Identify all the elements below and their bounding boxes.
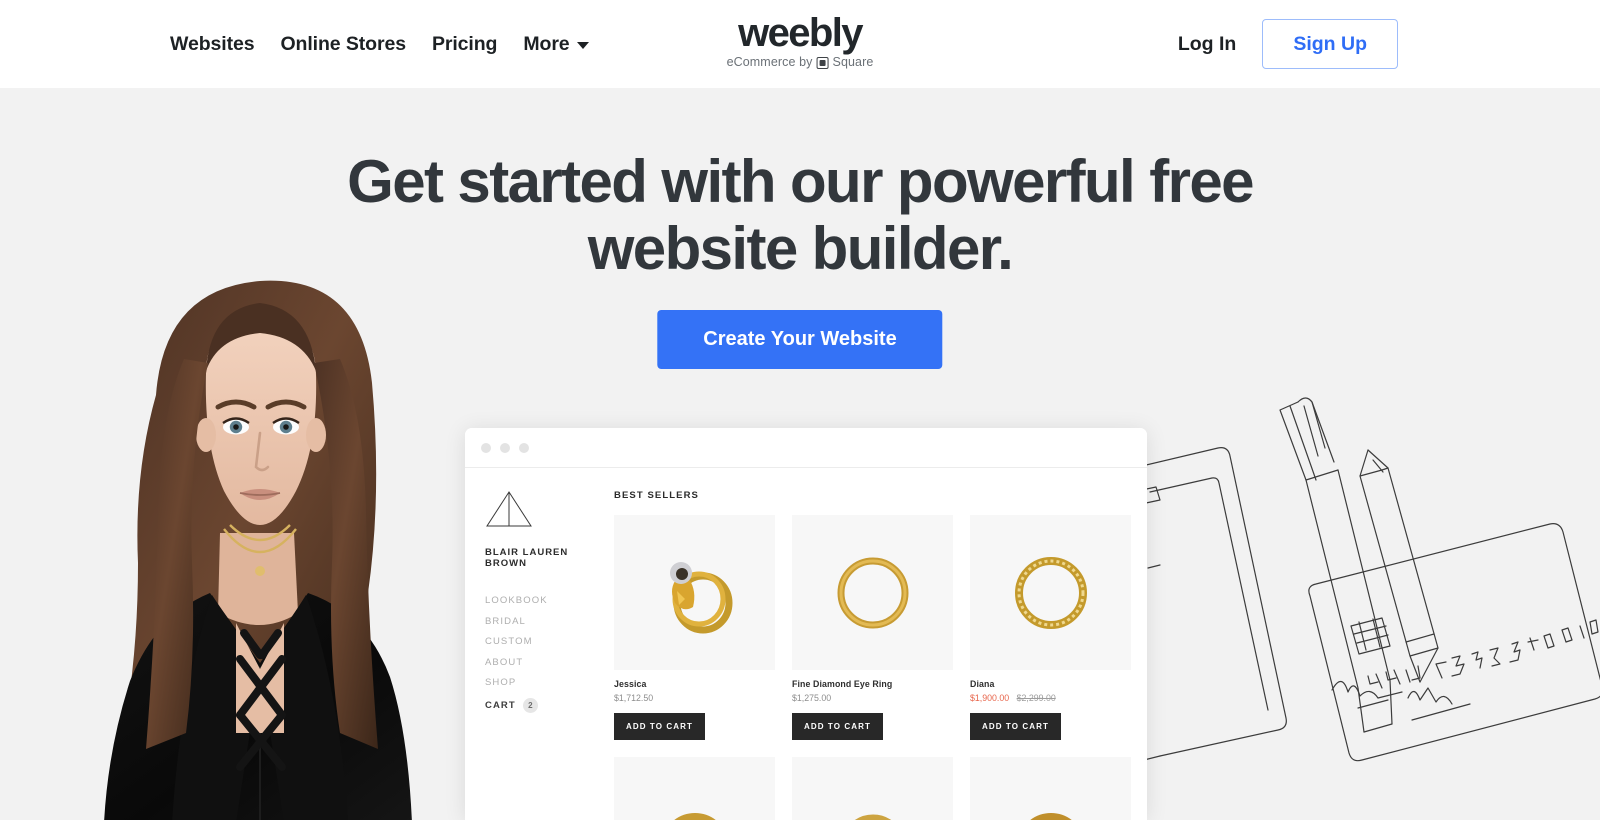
logo-wordmark: weebly bbox=[738, 11, 863, 55]
storefront-browser-mockup: BLAIR LAUREN BROWN LOOKBOOK BRIDAL CUSTO… bbox=[465, 428, 1147, 820]
nav-link-pricing[interactable]: Pricing bbox=[432, 33, 498, 56]
mockup-title-bar bbox=[465, 428, 1147, 468]
page-root: Websites Online Stores Pricing More weeb… bbox=[0, 0, 1600, 820]
product-original-price: $2,299.00 bbox=[1016, 693, 1056, 703]
store-brand-name: BLAIR LAUREN BROWN bbox=[485, 547, 569, 569]
store-nav-item-bridal[interactable]: BRIDAL bbox=[485, 616, 606, 627]
store-nav-item-about[interactable]: ABOUT bbox=[485, 657, 606, 668]
top-navigation-bar: Websites Online Stores Pricing More weeb… bbox=[0, 0, 1600, 88]
store-nav-item-cart[interactable]: CART 2 bbox=[485, 697, 606, 713]
woman-portrait-illustration bbox=[104, 280, 412, 820]
nav-link-more[interactable]: More bbox=[523, 32, 589, 56]
product-price: $1,275.00 bbox=[792, 693, 832, 703]
nav-more-label: More bbox=[523, 32, 570, 55]
logo-tagline-suffix: Square bbox=[832, 55, 874, 69]
product-sale-price: $1,900.00 bbox=[970, 693, 1010, 703]
product-card[interactable]: Diana $1,900.00 $2,299.00 ADD TO CART bbox=[970, 515, 1131, 740]
add-to-cart-button[interactable]: ADD TO CART bbox=[614, 713, 705, 740]
product-grid: Jessica $1,712.50 ADD TO CART Fine Diamo… bbox=[614, 515, 1131, 820]
account-actions: Log In Sign Up bbox=[1178, 0, 1600, 88]
weebly-logo[interactable]: weebly eCommerce by Square bbox=[727, 12, 874, 69]
product-image-fine-diamond-eye-ring bbox=[792, 515, 953, 670]
window-dot-maximize-icon bbox=[519, 442, 529, 453]
gold-ring-illustration bbox=[1029, 812, 1072, 820]
mockup-content: BLAIR LAUREN BROWN LOOKBOOK BRIDAL CUSTO… bbox=[465, 468, 1147, 820]
triangle-logo-icon bbox=[486, 491, 532, 527]
product-card[interactable]: Fine Diamond Eye Ring $1,275.00 ADD TO C… bbox=[792, 515, 953, 740]
window-dot-minimize-icon bbox=[500, 442, 510, 453]
product-card[interactable] bbox=[792, 757, 953, 820]
add-to-cart-button[interactable]: ADD TO CART bbox=[792, 713, 883, 740]
hero-section: Get started with our powerful free websi… bbox=[0, 88, 1600, 820]
product-image-diana bbox=[970, 515, 1131, 670]
product-image-row2-2 bbox=[792, 757, 953, 820]
gold-ring-illustration bbox=[1014, 556, 1087, 629]
product-name: Fine Diamond Eye Ring bbox=[792, 679, 893, 689]
product-image-row2-3 bbox=[970, 757, 1131, 820]
store-main-content: BEST SELLERS Jessica $1,712.50 ADD TO CA… bbox=[606, 468, 1147, 820]
desk-illustration bbox=[1109, 388, 1600, 820]
pencil-illustration bbox=[1359, 449, 1439, 683]
signup-button[interactable]: Sign Up bbox=[1262, 19, 1398, 69]
nav-link-online-stores[interactable]: Online Stores bbox=[280, 33, 406, 56]
store-nav-item-custom[interactable]: CUSTOM bbox=[485, 636, 606, 647]
store-nav-item-lookbook[interactable]: LOOKBOOK bbox=[485, 595, 606, 606]
product-card[interactable] bbox=[614, 757, 775, 820]
gold-ring-illustration bbox=[837, 557, 908, 628]
logo-tagline-prefix: eCommerce by bbox=[726, 55, 813, 69]
primary-nav-links: Websites Online Stores Pricing More bbox=[170, 33, 589, 56]
product-name: Jessica bbox=[614, 679, 647, 689]
store-nav-item-shop[interactable]: SHOP bbox=[485, 677, 606, 688]
gold-ring-illustration bbox=[669, 561, 732, 633]
product-card[interactable] bbox=[970, 757, 1131, 820]
product-image-row2-1 bbox=[614, 757, 775, 820]
page-title: Get started with our powerful free websi… bbox=[347, 148, 1254, 283]
hero-portrait-photo bbox=[60, 263, 490, 820]
product-image-jessica bbox=[614, 515, 775, 670]
pen-illustration bbox=[1279, 397, 1393, 733]
chevron-down-icon bbox=[576, 42, 589, 49]
product-name: Diana bbox=[970, 679, 995, 689]
logo-tagline: eCommerce by Square bbox=[727, 55, 874, 69]
cart-count-badge: 2 bbox=[522, 697, 538, 713]
create-your-website-button[interactable]: Create Your Website bbox=[657, 310, 943, 369]
login-link[interactable]: Log In bbox=[1178, 33, 1236, 56]
nav-link-websites[interactable]: Websites bbox=[170, 33, 255, 56]
square-logo-icon bbox=[816, 57, 829, 69]
product-card[interactable]: Jessica $1,712.50 ADD TO CART bbox=[614, 515, 775, 740]
product-price: $1,900.00 $2,299.00 bbox=[970, 693, 1131, 703]
add-to-cart-button[interactable]: ADD TO CART bbox=[970, 713, 1061, 740]
product-price: $1,712.50 bbox=[614, 693, 654, 703]
gold-ring-illustration bbox=[673, 812, 716, 820]
gold-ring-illustration bbox=[853, 814, 892, 820]
section-title-best-sellers: BEST SELLERS bbox=[614, 490, 699, 501]
credit-card-illustration bbox=[1308, 523, 1600, 762]
store-nav: LOOKBOOK BRIDAL CUSTOM ABOUT SHOP CART 2 bbox=[485, 595, 606, 713]
